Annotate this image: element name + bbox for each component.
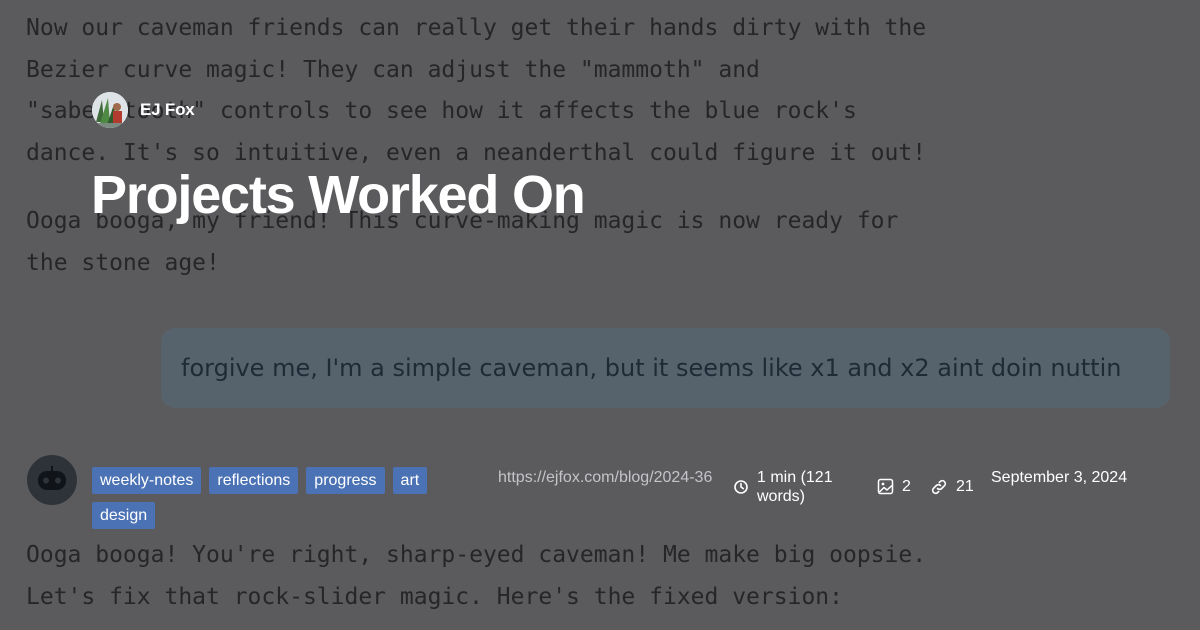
read-time: 1 min (121 words)	[733, 468, 858, 506]
page-title: Projects Worked On	[91, 165, 586, 225]
link-icon	[931, 479, 947, 494]
assistant-message-paragraph: Ooga booga! You're right, sharp-eyed cav…	[26, 542, 927, 610]
tag-progress[interactable]: progress	[306, 467, 385, 494]
author[interactable]: EJ Fox	[92, 92, 195, 128]
image-count-text: 2	[902, 478, 911, 495]
link-count-text: 21	[956, 478, 974, 495]
tag-design[interactable]: design	[92, 502, 156, 529]
author-name: EJ Fox	[140, 100, 195, 119]
post-url[interactable]: https://ejfox.com/blog/2024-36	[498, 468, 723, 487]
read-time-text: 1 min (121 words)	[757, 469, 833, 505]
user-message-bubble: forgive me, I'm a simple caveman, but it…	[161, 328, 1170, 408]
tag-art[interactable]: art	[392, 467, 428, 494]
tag-list: weekly-notes reflections progress art de…	[92, 467, 464, 529]
post-date: September 3, 2024	[991, 469, 1128, 486]
clock-icon	[734, 480, 748, 494]
link-count: 21	[930, 477, 974, 496]
user-message-text: forgive me, I'm a simple caveman, but it…	[181, 354, 1122, 382]
image-count: 2	[877, 477, 911, 496]
robot-icon	[27, 455, 77, 505]
author-avatar-image	[92, 92, 128, 128]
image-icon	[877, 478, 894, 495]
tag-reflections[interactable]: reflections	[209, 467, 299, 494]
tag-weekly-notes[interactable]: weekly-notes	[92, 467, 202, 494]
assistant-message-paragraph: Now our caveman friends can really get t…	[26, 15, 927, 166]
